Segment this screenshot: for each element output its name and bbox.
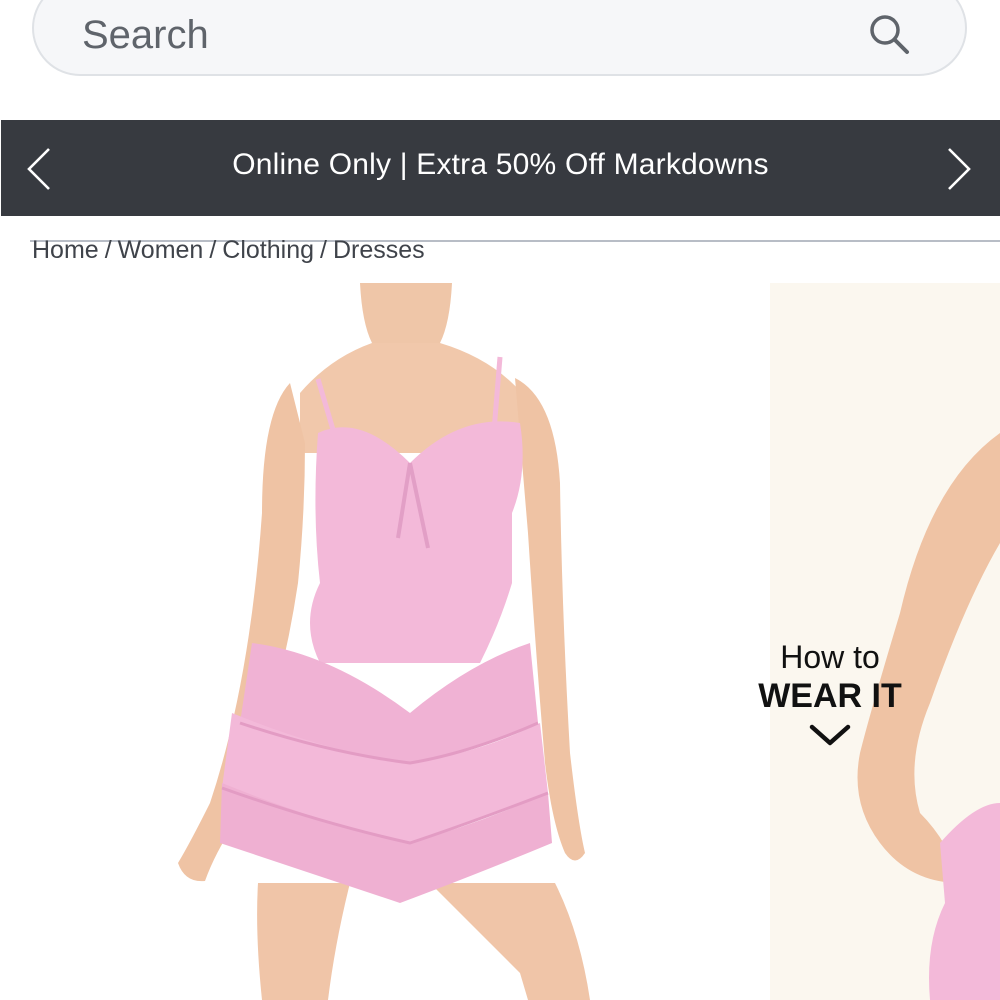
breadcrumb-separator: / xyxy=(209,236,217,264)
search-input[interactable] xyxy=(80,4,844,66)
how-to-label: How to xyxy=(780,639,880,675)
search-icon[interactable] xyxy=(867,12,911,56)
how-to-wear-it-link[interactable]: How to WEAR IT xyxy=(740,638,920,748)
breadcrumb-women[interactable]: Women xyxy=(118,236,204,264)
wear-it-label: WEAR IT xyxy=(758,677,902,715)
breadcrumb-separator: / xyxy=(320,236,327,264)
model-neck xyxy=(360,283,452,343)
model-left-leg xyxy=(257,883,350,1000)
search-bar[interactable] xyxy=(32,0,967,76)
chevron-right-icon[interactable] xyxy=(939,146,979,192)
breadcrumb-dresses[interactable]: Dresses xyxy=(333,236,425,264)
promo-banner[interactable]: Online Only | Extra 50% Off Markdowns xyxy=(1,120,1000,216)
breadcrumb-clothing[interactable]: Clothing xyxy=(222,236,314,264)
breadcrumb: Home / Women / Clothing / Dresses xyxy=(32,232,425,266)
model-right-leg xyxy=(430,883,590,1000)
promo-text: Online Only | Extra 50% Off Markdowns xyxy=(232,148,769,181)
chevron-down-icon xyxy=(809,724,851,746)
dress-bodice xyxy=(310,421,523,663)
breadcrumb-separator: / xyxy=(104,236,112,264)
product-image-carousel[interactable]: How to WEAR IT xyxy=(0,283,1000,1000)
breadcrumb-home[interactable]: Home xyxy=(32,236,99,264)
